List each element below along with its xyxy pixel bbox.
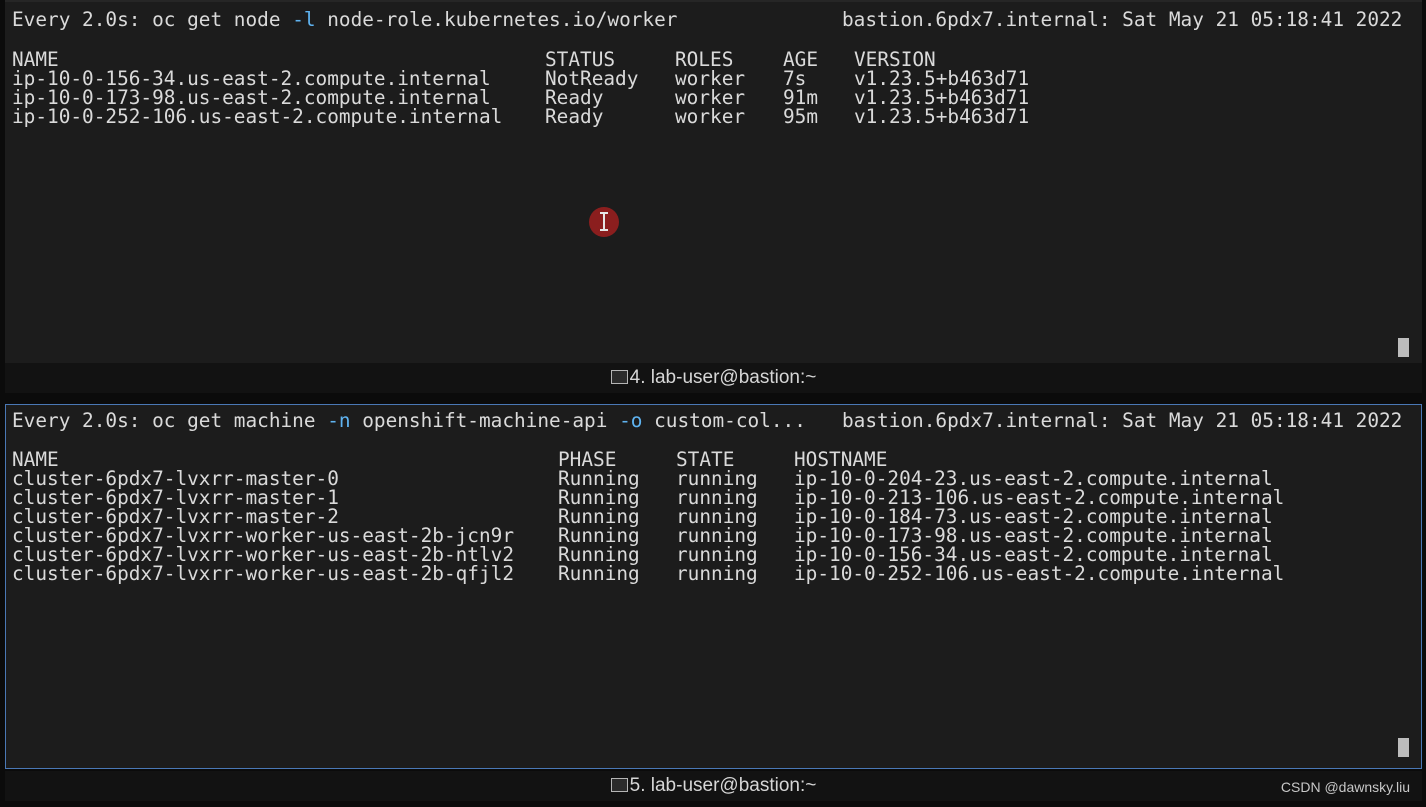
node-role: worker — [675, 105, 746, 128]
watch-timestamp-bottom: bastion.6pdx7.internal: Sat May 21 05:18… — [842, 409, 1403, 432]
tab-title-bar-5[interactable]: 5. lab-user@bastion:~ — [5, 771, 1422, 801]
node-name: ip-10-0-252-106.us-east-2.compute.intern… — [12, 105, 503, 128]
machine-name: cluster-6pdx7-lvxrr-worker-us-east-2b-qf… — [12, 562, 514, 585]
watch-header-bottom: Every 2.0s: oc get machine -n openshift-… — [12, 411, 806, 430]
terminal-cursor — [1398, 738, 1409, 757]
watch-timestamp-top: bastion.6pdx7.internal: Sat May 21 05:18… — [842, 8, 1403, 31]
terminal-cursor — [1398, 338, 1409, 357]
command-flag: -n — [327, 409, 351, 432]
command-flag: -l — [292, 8, 316, 31]
terminal-pane-bottom[interactable]: Every 2.0s: oc get machine -n openshift-… — [5, 404, 1422, 769]
node-status: Ready — [545, 105, 604, 128]
terminal-icon — [610, 370, 628, 384]
machine-phase: Running — [558, 562, 640, 585]
command-text: Every 2.0s: oc get node — [12, 8, 293, 31]
command-text: Every 2.0s: oc get machine — [12, 409, 328, 432]
command-text: openshift-machine-api — [350, 409, 620, 432]
terminal-pane-top[interactable]: Every 2.0s: oc get node -l node-role.kub… — [5, 0, 1422, 364]
node-version: v1.23.5+b463d71 — [854, 105, 1030, 128]
mouse-pointer-highlight — [589, 207, 619, 237]
command-text: node-role.kubernetes.io/worker — [315, 8, 678, 31]
watch-header-top: Every 2.0s: oc get node -l node-role.kub… — [12, 10, 677, 29]
watermark: CSDN @dawnsky.liu — [1280, 779, 1410, 795]
terminal-icon — [610, 778, 628, 792]
tab-title-label: 4. lab-user@bastion:~ — [629, 367, 817, 388]
text-cursor-icon — [600, 212, 608, 231]
machine-state: running — [676, 562, 758, 585]
node-age: 95m — [783, 105, 819, 128]
command-flag: -o — [619, 409, 643, 432]
tab-title-bar-4[interactable]: 4. lab-user@bastion:~ — [5, 363, 1422, 393]
machine-hostname: ip-10-0-252-106.us-east-2.compute.intern… — [794, 562, 1285, 585]
command-text: custom-col... — [642, 409, 806, 432]
tab-title-label: 5. lab-user@bastion:~ — [629, 775, 817, 796]
